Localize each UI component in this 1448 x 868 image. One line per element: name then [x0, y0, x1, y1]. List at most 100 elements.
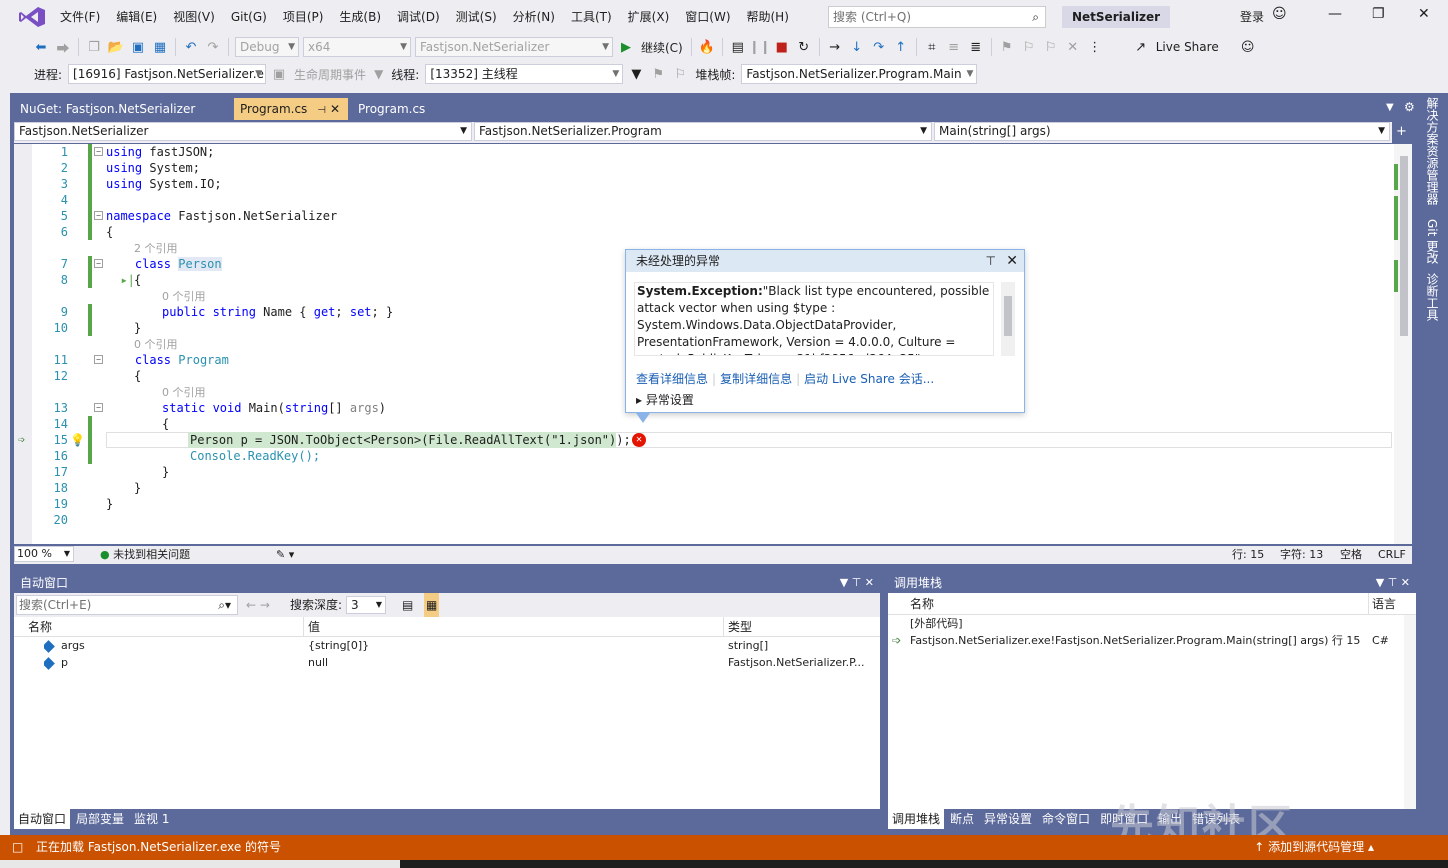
- menu-build[interactable]: 生成(B): [331, 0, 389, 34]
- git-changes-tab[interactable]: Git 更改: [1424, 219, 1441, 264]
- references-codelens[interactable]: 0 个引用: [162, 386, 206, 399]
- menu-analyze[interactable]: 分析(N): [505, 0, 563, 34]
- pin-results-icon[interactable]: ▤: [402, 593, 413, 617]
- line-indicator[interactable]: 行: 15: [1232, 546, 1264, 564]
- startup-project-select[interactable]: Fastjson.NetSerializer ▼: [415, 37, 613, 57]
- diagnostics-icon[interactable]: ▤: [728, 37, 748, 57]
- exception-settings-expander[interactable]: ▸ 异常设置: [636, 391, 694, 408]
- callstack-scrollbar[interactable]: [1404, 615, 1416, 809]
- zoom-select[interactable]: 100 % ▼: [14, 546, 74, 562]
- menu-file[interactable]: 文件(F): [52, 0, 108, 34]
- autos-search-input[interactable]: 搜索(Ctrl+E) ⌕▾: [16, 595, 238, 615]
- stop-icon[interactable]: ■: [772, 37, 792, 57]
- window-menu-icon[interactable]: ▼: [1376, 576, 1384, 589]
- tab-nuget[interactable]: NuGet: Fastjson.NetSerializer: [14, 98, 230, 120]
- clear-bookmarks-icon[interactable]: ✕: [1063, 37, 1083, 57]
- close-icon[interactable]: ✕: [1418, 6, 1430, 22]
- member-dropdown[interactable]: Main(string[] args) ▼: [934, 122, 1390, 141]
- continue-button[interactable]: 继续(C): [641, 39, 683, 56]
- user-icon[interactable]: ☺: [1272, 6, 1287, 22]
- diagnostic-tools-tab[interactable]: 诊断工具: [1424, 273, 1441, 321]
- save-icon[interactable]: ▣: [128, 37, 148, 57]
- login-link[interactable]: 登录: [1240, 8, 1264, 25]
- table-row[interactable]: args {string[0]} string[]: [14, 637, 880, 654]
- close-icon[interactable]: ✕: [865, 576, 874, 589]
- menu-project[interactable]: 项目(P): [275, 0, 332, 34]
- comment-icon[interactable]: ≡: [944, 37, 964, 57]
- issues-indicator[interactable]: ● 未找到相关问题: [100, 546, 190, 564]
- toolbar-options-icon[interactable]: ⋮: [1085, 37, 1105, 57]
- exception-error-icon[interactable]: ✕: [632, 433, 646, 447]
- menu-git[interactable]: Git(G): [223, 0, 275, 34]
- project-dropdown[interactable]: Fastjson.NetSerializer ▼: [14, 122, 472, 141]
- filter-icon[interactable]: ▼: [626, 64, 646, 84]
- flag-thread-icon[interactable]: ⚑: [648, 64, 668, 84]
- open-file-icon[interactable]: 📂: [106, 37, 126, 57]
- platform-select[interactable]: x64 ▼: [303, 37, 411, 57]
- lightbulb-icon[interactable]: 💡: [70, 432, 85, 448]
- tab-list-dropdown-icon[interactable]: ▼: [1386, 102, 1394, 113]
- menu-tools[interactable]: 工具(T): [563, 0, 620, 34]
- close-icon[interactable]: ✕: [1006, 250, 1018, 272]
- whitespace-indicator[interactable]: 空格: [1340, 546, 1362, 564]
- live-share-icon[interactable]: ↗: [1131, 37, 1151, 57]
- editor-vertical-scrollbar[interactable]: [1394, 144, 1412, 544]
- lifecycle-events-button[interactable]: 生命周期事件: [294, 66, 366, 83]
- back-icon[interactable]: ⬅: [31, 37, 51, 57]
- search-input[interactable]: 搜索 (Ctrl+Q) ⌕: [828, 6, 1046, 28]
- lifecycle-icon[interactable]: ▣: [269, 64, 289, 84]
- show-next-statement-icon[interactable]: →: [825, 37, 845, 57]
- redo-icon[interactable]: ↷: [203, 37, 223, 57]
- step-over-icon[interactable]: ↷: [869, 37, 889, 57]
- references-codelens[interactable]: 2 个引用: [134, 242, 178, 255]
- back-icon[interactable]: ← →: [246, 593, 270, 617]
- tab-command-window[interactable]: 命令窗口: [1038, 809, 1094, 829]
- restart-icon[interactable]: ↻: [794, 37, 814, 57]
- forward-icon[interactable]: ⮕: [53, 37, 73, 57]
- live-share-button[interactable]: Live Share: [1156, 40, 1219, 54]
- menu-window[interactable]: 窗口(W): [677, 0, 738, 34]
- window-menu-icon[interactable]: ▼: [840, 576, 848, 589]
- menu-test[interactable]: 测试(S): [448, 0, 505, 34]
- add-to-source-control-button[interactable]: ↑ 添加到源代码管理 ▴: [1254, 835, 1374, 860]
- pin-icon[interactable]: ⊤: [986, 250, 996, 272]
- continue-icon[interactable]: ▶: [616, 37, 636, 57]
- view-details-link[interactable]: 查看详细信息: [636, 372, 708, 386]
- tab-program-cs-active[interactable]: Program.cs ⊣ ✕: [234, 98, 348, 120]
- exception-scrollbar[interactable]: [1001, 282, 1015, 356]
- menu-view[interactable]: 视图(V): [165, 0, 223, 34]
- tab-program-cs[interactable]: Program.cs: [352, 98, 432, 120]
- stackframe-select[interactable]: Fastjson.NetSerializer.Program.Main ▼: [741, 64, 978, 84]
- undo-icon[interactable]: ↶: [181, 37, 201, 57]
- close-icon[interactable]: ✕: [1401, 576, 1410, 589]
- pause-icon[interactable]: ❙❙: [749, 37, 771, 57]
- bookmark-icon[interactable]: ⚑: [997, 37, 1017, 57]
- start-live-share-link[interactable]: 启动 Live Share 会话...: [804, 372, 934, 386]
- tab-autos[interactable]: 自动窗口: [14, 809, 71, 829]
- restore-icon[interactable]: ❐: [1372, 6, 1385, 22]
- menu-extensions[interactable]: 扩展(X): [620, 0, 678, 34]
- column-indicator[interactable]: 字符: 13: [1280, 546, 1323, 564]
- tab-call-stack[interactable]: 调用堆栈: [888, 809, 945, 829]
- pin-icon[interactable]: ⊤: [1388, 576, 1398, 589]
- menu-edit[interactable]: 编辑(E): [108, 0, 165, 34]
- tab-breakpoints[interactable]: 断点: [946, 809, 978, 829]
- references-codelens[interactable]: 0 个引用: [162, 290, 206, 303]
- pin-icon[interactable]: ⊤: [852, 576, 862, 589]
- list-item[interactable]: [外部代码]: [888, 615, 1416, 632]
- copy-details-link[interactable]: 复制详细信息: [720, 372, 792, 386]
- save-all-icon[interactable]: ▦: [150, 37, 170, 57]
- next-bookmark-icon[interactable]: ⚐: [1041, 37, 1061, 57]
- line-ending-indicator[interactable]: CRLF: [1378, 546, 1406, 564]
- process-select[interactable]: [16916] Fastjson.NetSerializer.e ▼: [68, 64, 267, 84]
- feedback-icon[interactable]: ☺: [1238, 37, 1258, 57]
- next-statement-arrow-icon[interactable]: ➩: [18, 432, 25, 448]
- split-editor-icon[interactable]: +: [1396, 124, 1407, 139]
- tab-locals[interactable]: 局部变量: [72, 809, 128, 829]
- thread-select[interactable]: [13352] 主线程 ▼: [425, 64, 624, 84]
- list-item[interactable]: ➩ Fastjson.NetSerializer.exe!Fastjson.Ne…: [888, 632, 1416, 649]
- hot-reload-icon[interactable]: 🔥: [697, 37, 717, 57]
- prev-bookmark-icon[interactable]: ⚐: [1019, 37, 1039, 57]
- show-flagged-icon[interactable]: ⚐: [670, 64, 690, 84]
- cleanup-icon[interactable]: ✎ ▾: [276, 546, 294, 564]
